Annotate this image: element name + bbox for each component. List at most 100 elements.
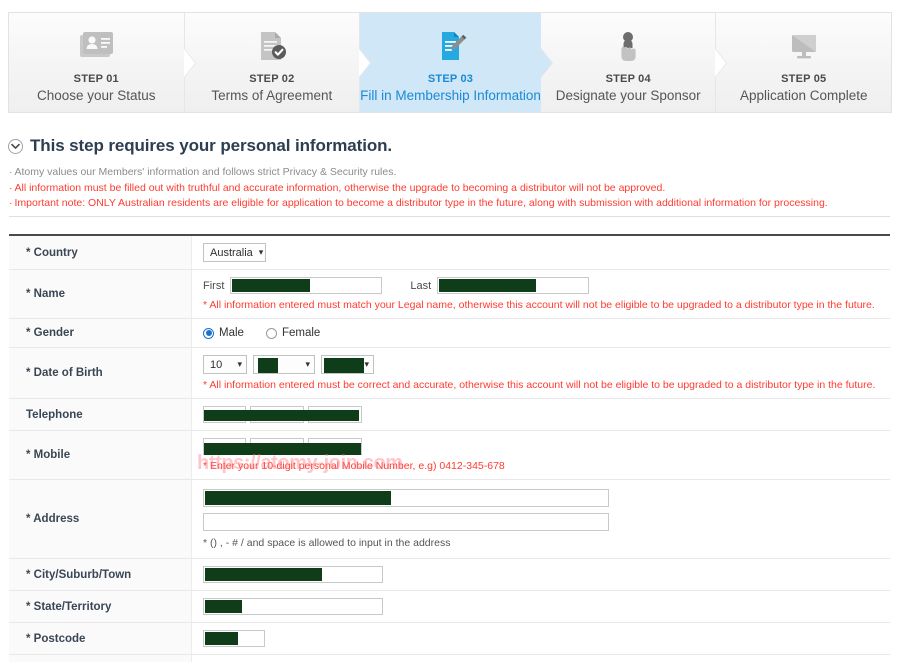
- note-item: · Atomy values our Members' information a…: [9, 165, 889, 180]
- radio-icon-female[interactable]: [265, 327, 277, 339]
- label-telephone: Telephone: [9, 399, 192, 430]
- gender-label-female: Female: [281, 327, 321, 339]
- value-name: First Last * All information entered mus…: [192, 270, 890, 318]
- chevron-down-icon: ▾: [305, 359, 310, 369]
- section-header[interactable]: This step requires your personal informa…: [8, 136, 392, 156]
- step-item-5[interactable]: STEP 05 Application Complete: [716, 13, 892, 112]
- dob-day-value: 10: [210, 358, 223, 371]
- document-pen-icon: [431, 27, 471, 67]
- step-number: STEP 01: [73, 73, 119, 85]
- label-mobile: * Mobile: [9, 431, 192, 479]
- notes-list: · Atomy values our Members' information a…: [9, 165, 889, 212]
- step-label: Fill in Membership Information: [360, 88, 541, 103]
- membership-application-page: STEP 01 Choose your Status STEP 02 Terms…: [0, 0, 900, 662]
- form-row-name: * Name First Last * All information ente…: [9, 270, 890, 319]
- city-input[interactable]: [203, 566, 383, 583]
- state-input[interactable]: [203, 598, 383, 615]
- step-number: STEP 04: [605, 73, 651, 85]
- value-telephone: [192, 399, 890, 430]
- gender-radio-male[interactable]: Male: [203, 327, 244, 339]
- label-date-of-birth: * Date of Birth: [9, 348, 192, 398]
- first-name-label: First: [203, 279, 225, 292]
- label-city: * City/Suburb/Town: [9, 559, 192, 590]
- step-item-3[interactable]: STEP 03 Fill in Membership Information: [360, 13, 553, 112]
- label-name: * Name: [9, 270, 192, 318]
- form-row-telephone: Telephone: [9, 399, 890, 431]
- step-progress-bar: STEP 01 Choose your Status STEP 02 Terms…: [8, 12, 892, 113]
- value-address: * () , - # / and space is allowed to inp…: [192, 480, 890, 558]
- label-country: * Country: [9, 236, 192, 269]
- step-item-2[interactable]: STEP 02 Terms of Agreement: [184, 13, 372, 112]
- dob-hint: * All information entered must be correc…: [203, 379, 876, 391]
- dob-month-select[interactable]: ▾: [253, 355, 315, 374]
- address-hint: * () , - # / and space is allowed to inp…: [203, 537, 451, 549]
- redaction-block: [232, 279, 311, 292]
- form-row-state: * State/Territory: [9, 591, 890, 623]
- step-notch: [359, 48, 371, 77]
- form-row-email: * E-mail Address @ Select Email: [9, 655, 890, 662]
- last-name-label: Last: [410, 279, 432, 292]
- note-item: · All information must be filled out with…: [9, 181, 889, 196]
- chevron-down-icon: ▾: [364, 359, 369, 369]
- gender-radio-female[interactable]: Female: [265, 327, 321, 339]
- gender-label-male: Male: [219, 327, 244, 339]
- label-state: * State/Territory: [9, 591, 192, 622]
- redaction-block: [324, 358, 364, 373]
- note-bullet: ·: [9, 181, 13, 194]
- form-row-country: * Country Australia ▾: [9, 236, 890, 270]
- step-number: STEP 03: [427, 73, 474, 85]
- postcode-input[interactable]: [203, 630, 265, 647]
- country-select[interactable]: Australia ▾: [203, 243, 266, 262]
- radio-icon-male[interactable]: [203, 327, 214, 339]
- hand-person-icon: [608, 27, 648, 67]
- membership-form-table: * Country Australia ▾ * Name First Last …: [9, 234, 890, 662]
- step-label: Application Complete: [739, 88, 868, 103]
- chevron-down-circle-icon[interactable]: [8, 138, 23, 154]
- value-mobile: * Enter your 10-digit personal Mobile Nu…: [192, 431, 890, 479]
- step-item-4[interactable]: STEP 04 Designate your Sponsor: [540, 13, 728, 112]
- last-name-input[interactable]: [437, 277, 590, 294]
- label-address: * Address: [9, 480, 192, 558]
- first-name-input[interactable]: [230, 277, 383, 294]
- document-check-icon: [252, 27, 292, 67]
- form-row-address: * Address * () , - # / and space is allo…: [9, 480, 890, 559]
- redaction-block: [205, 491, 391, 505]
- value-postcode: [192, 623, 890, 654]
- value-country: Australia ▾: [192, 236, 890, 269]
- note-text: Atomy values our Members' information an…: [14, 166, 397, 178]
- label-postcode: * Postcode: [9, 623, 192, 654]
- step-item-1[interactable]: STEP 01 Choose your Status: [9, 13, 196, 112]
- address-line2-input[interactable]: [203, 513, 609, 531]
- note-bullet: ·: [9, 197, 13, 209]
- redaction-block: [204, 443, 361, 455]
- country-select-value: Australia: [210, 246, 253, 259]
- redaction-block: [439, 279, 537, 292]
- address-line1-input[interactable]: [203, 489, 609, 507]
- chevron-down-icon: ▾: [258, 247, 264, 257]
- form-row-date-of-birth: * Date of Birth 10 ▾ ▾ ▾ * All informati…: [9, 348, 890, 399]
- step-number: STEP 02: [249, 73, 295, 85]
- dob-year-select[interactable]: ▾: [321, 355, 374, 374]
- note-text: Important note: ONLY Australian resident…: [14, 197, 828, 209]
- form-row-city: * City/Suburb/Town: [9, 559, 890, 591]
- chevron-down-icon: ▾: [237, 359, 242, 369]
- value-state: [192, 591, 890, 622]
- divider: [9, 216, 890, 217]
- step-label: Terms of Agreement: [211, 88, 333, 103]
- redaction-block: [205, 568, 322, 581]
- monitor-icon: [784, 27, 824, 67]
- label-gender: * Gender: [9, 319, 192, 347]
- dob-day-select[interactable]: 10 ▾: [203, 355, 247, 374]
- redaction-block: [204, 410, 359, 421]
- form-row-postcode: * Postcode: [9, 623, 890, 655]
- label-email: * E-mail Address: [9, 655, 192, 662]
- step-notch: [715, 48, 727, 77]
- note-bullet: ·: [9, 166, 13, 178]
- note-text: All information must be filled out with …: [14, 181, 666, 194]
- redaction-block: [205, 632, 238, 645]
- redaction-block: [205, 600, 242, 613]
- step-label: Designate your Sponsor: [555, 88, 701, 103]
- value-email: @ Select Email: [192, 655, 890, 662]
- step-label: Choose your Status: [36, 88, 156, 103]
- page-title: This step requires your personal informa…: [30, 136, 393, 155]
